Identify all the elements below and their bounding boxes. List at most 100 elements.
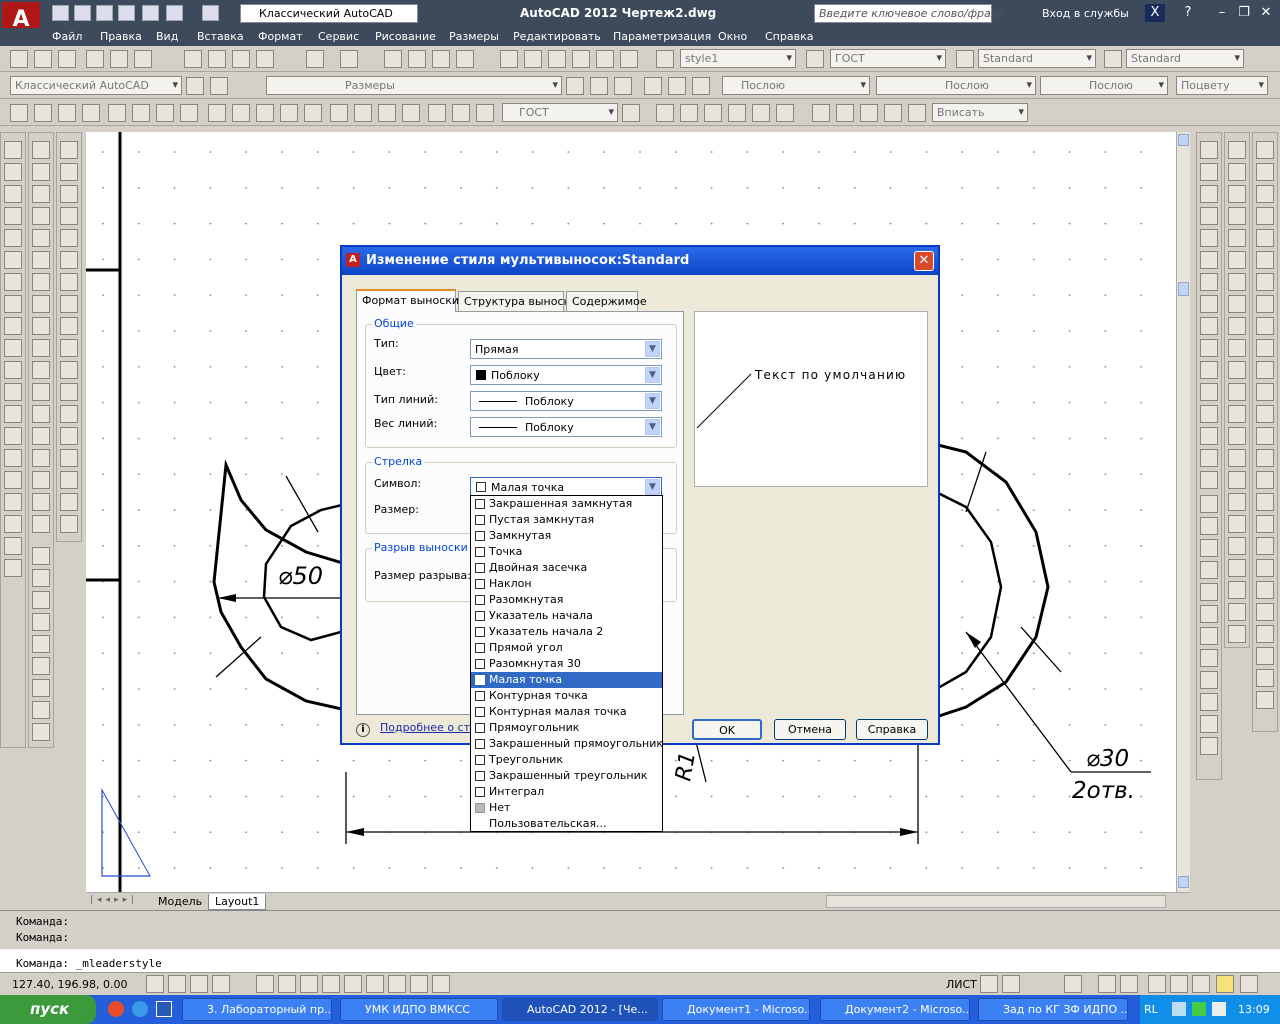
chevron-down-icon[interactable]: ▼ (645, 341, 660, 357)
workspace-select[interactable]: Классический AutoCAD (240, 4, 418, 23)
quick-properties-icon[interactable] (432, 975, 450, 993)
plot-icon[interactable] (86, 50, 104, 68)
option-none[interactable]: Нет (471, 800, 662, 816)
loft-icon[interactable] (1200, 737, 1218, 755)
color-select[interactable]: Поблоку ▼ (470, 365, 662, 385)
dimension-style-icon[interactable] (622, 104, 640, 122)
make-current-layer-icon[interactable] (566, 77, 584, 95)
open-file-icon[interactable] (74, 5, 91, 21)
dynamic-input-icon[interactable] (366, 975, 384, 993)
quick-view-drawings-icon[interactable] (1002, 975, 1020, 993)
jogged-linear-icon[interactable] (402, 104, 420, 122)
save-as-icon[interactable] (118, 5, 135, 21)
scroll-down-icon[interactable] (1178, 876, 1189, 888)
snap-midpoint-icon[interactable] (60, 207, 78, 225)
text-style-tool-icon[interactable] (32, 657, 50, 675)
osnap-settings-icon[interactable] (60, 493, 78, 511)
chevron-down-icon[interactable]: ▼ (645, 479, 660, 495)
snap-from-icon[interactable] (60, 163, 78, 181)
materials-icon[interactable] (752, 104, 770, 122)
language-indicator[interactable]: RL (1144, 1003, 1158, 1016)
task-doc2[interactable]: Документ2 - Microso... (820, 998, 970, 1021)
hatch-icon[interactable] (4, 449, 22, 467)
blend-icon[interactable] (32, 471, 50, 489)
snap-mode-icon[interactable] (168, 975, 186, 993)
free-orbit-icon[interactable] (1256, 405, 1274, 423)
visual-style-conceptual-icon[interactable] (1256, 647, 1274, 665)
walk-icon[interactable] (1256, 493, 1274, 511)
solid-cylinder-icon[interactable] (1228, 229, 1246, 247)
workspace-settings-icon[interactable] (186, 77, 204, 95)
tab-leader-format[interactable]: Формат выноски (356, 289, 459, 312)
type-select[interactable]: Прямая ▼ (470, 339, 662, 359)
view-icon[interactable] (656, 104, 674, 122)
spell-check-icon[interactable] (32, 635, 50, 653)
undo-toolbar-icon[interactable] (306, 50, 324, 68)
swivel-icon[interactable] (1256, 471, 1274, 489)
hide-icon[interactable] (680, 104, 698, 122)
preview-icon[interactable] (110, 50, 128, 68)
ucs-settings-icon[interactable] (1200, 471, 1218, 489)
rectangle-icon[interactable] (4, 229, 22, 247)
move-icon[interactable] (32, 251, 50, 269)
scroll-thumb[interactable] (1178, 282, 1189, 296)
extract-edges-icon[interactable] (1228, 625, 1246, 643)
menu-dimension[interactable]: Размеры (449, 30, 499, 43)
pan-icon[interactable] (384, 50, 402, 68)
diameter-dim-icon[interactable] (156, 104, 174, 122)
new-file-icon[interactable] (52, 5, 69, 21)
save-toolbar-icon[interactable] (58, 50, 76, 68)
ie-icon[interactable] (132, 1001, 148, 1017)
network-icon[interactable] (1172, 1002, 1186, 1016)
zoom-window-icon[interactable] (432, 50, 450, 68)
transparency-icon[interactable] (410, 975, 428, 993)
linetype-control-icon[interactable] (668, 77, 686, 95)
wedge-icon[interactable] (1200, 517, 1218, 535)
maximize-viewport-icon[interactable] (1064, 975, 1082, 993)
presspull-icon[interactable] (1200, 671, 1218, 689)
visual-style-realistic-icon[interactable] (1256, 625, 1274, 643)
solid-cone-icon[interactable] (1228, 185, 1246, 203)
solid-torus-icon[interactable] (1228, 251, 1246, 269)
insert-block-icon[interactable] (4, 383, 22, 401)
sheet-set-icon[interactable] (572, 50, 590, 68)
3d-osnap-icon[interactable] (300, 975, 318, 993)
coordinates-readout[interactable]: 127.40, 196.98, 0.00 (12, 978, 127, 991)
trim-icon[interactable] (32, 339, 50, 357)
fly-icon[interactable] (1256, 515, 1274, 533)
ucs-x-icon[interactable] (1200, 339, 1218, 357)
sphere-icon[interactable] (1200, 561, 1218, 579)
layer-states-icon[interactable] (614, 77, 632, 95)
interfere-icon[interactable] (1228, 537, 1246, 555)
ucs-world-icon[interactable] (1200, 163, 1218, 181)
exchange-icon[interactable]: X (1145, 4, 1165, 22)
cut-icon[interactable] (184, 50, 202, 68)
center-mark-icon[interactable] (354, 104, 372, 122)
linetype-select[interactable]: Послою (876, 76, 1036, 95)
view-front-icon[interactable] (1256, 229, 1274, 247)
option-dot-small-blank[interactable]: Контурная малая точка (471, 704, 662, 720)
ucs-previous-icon[interactable] (1200, 185, 1218, 203)
option-datum-filled[interactable]: Закрашенный треугольник (471, 768, 662, 784)
dynamic-ucs-icon[interactable] (344, 975, 362, 993)
minimize-icon[interactable]: – (1212, 4, 1232, 22)
option-origin-indicator[interactable]: Указатель начала (471, 608, 662, 624)
ucs-zaxis-icon[interactable] (1200, 295, 1218, 313)
restore-icon[interactable]: ❐ (1234, 4, 1254, 22)
snap-intersection-icon[interactable] (60, 229, 78, 247)
arc-icon[interactable] (4, 251, 22, 269)
copy-icon[interactable] (208, 50, 226, 68)
section-plane-icon[interactable] (1228, 493, 1246, 511)
task-umk[interactable]: УМК ИДПО ВМКСС (340, 998, 498, 1021)
intersect-icon[interactable] (1228, 383, 1246, 401)
sheet-toggle[interactable]: ЛИСТ (946, 978, 977, 991)
spline-icon[interactable] (4, 317, 22, 335)
view-sw-iso-icon[interactable] (1256, 273, 1274, 291)
adjust-distance-icon[interactable] (1256, 449, 1274, 467)
scroll-up-icon[interactable] (1178, 134, 1189, 146)
ucs-named-icon[interactable] (1200, 427, 1218, 445)
hardware-accel-icon[interactable] (1192, 975, 1210, 993)
dim-space-icon[interactable] (280, 104, 298, 122)
volume-icon[interactable] (1212, 1002, 1226, 1016)
option-dot-blank[interactable]: Контурная точка (471, 688, 662, 704)
